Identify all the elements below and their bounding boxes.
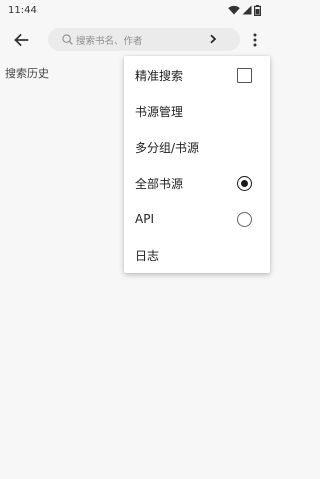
menu-item-label: API xyxy=(135,212,154,226)
menu-item-source-manage[interactable]: 书源管理 xyxy=(124,93,270,129)
signal-icon xyxy=(242,5,252,15)
status-time: 11:44 xyxy=(8,4,37,16)
menu-item-multi-group[interactable]: 多分组/书源 xyxy=(124,129,270,165)
menu-item-api[interactable]: API xyxy=(124,201,270,237)
search-screen: 11:44 搜索书名、作者 搜索历史 精准搜索 书源管理 多分组/书源 全部书源… xyxy=(0,0,270,479)
battery-icon xyxy=(254,4,261,16)
status-bar: 11:44 xyxy=(0,0,270,20)
menu-item-label: 多分组/书源 xyxy=(135,140,200,155)
arrow-back-icon xyxy=(14,33,29,47)
menu-item-label: 精准搜索 xyxy=(135,68,184,83)
search-submit-button[interactable] xyxy=(204,30,222,48)
options-menu: 精准搜索 书源管理 多分组/书源 全部书源 API 日志 xyxy=(124,56,270,273)
search-history-label: 搜索历史 xyxy=(5,67,49,80)
all-sources-radio[interactable] xyxy=(237,176,252,191)
radio-selected-dot xyxy=(241,180,248,187)
menu-item-label: 书源管理 xyxy=(135,104,184,119)
search-placeholder: 搜索书名、作者 xyxy=(76,35,143,47)
back-button[interactable] xyxy=(9,28,33,52)
chevron-right-icon xyxy=(210,34,217,44)
more-vertical-icon xyxy=(253,33,257,47)
status-icons xyxy=(228,4,261,16)
menu-item-label: 日志 xyxy=(135,248,160,263)
api-radio[interactable] xyxy=(237,212,252,227)
menu-item-all-sources[interactable]: 全部书源 xyxy=(124,165,270,201)
precise-search-checkbox[interactable] xyxy=(237,68,252,83)
more-options-button[interactable] xyxy=(248,28,262,52)
wifi-icon xyxy=(228,5,240,15)
app-bar: 搜索书名、作者 xyxy=(0,20,270,60)
menu-item-precise-search[interactable]: 精准搜索 xyxy=(124,57,270,93)
menu-item-log[interactable]: 日志 xyxy=(124,237,270,273)
menu-item-label: 全部书源 xyxy=(135,176,184,191)
search-icon xyxy=(62,34,73,45)
